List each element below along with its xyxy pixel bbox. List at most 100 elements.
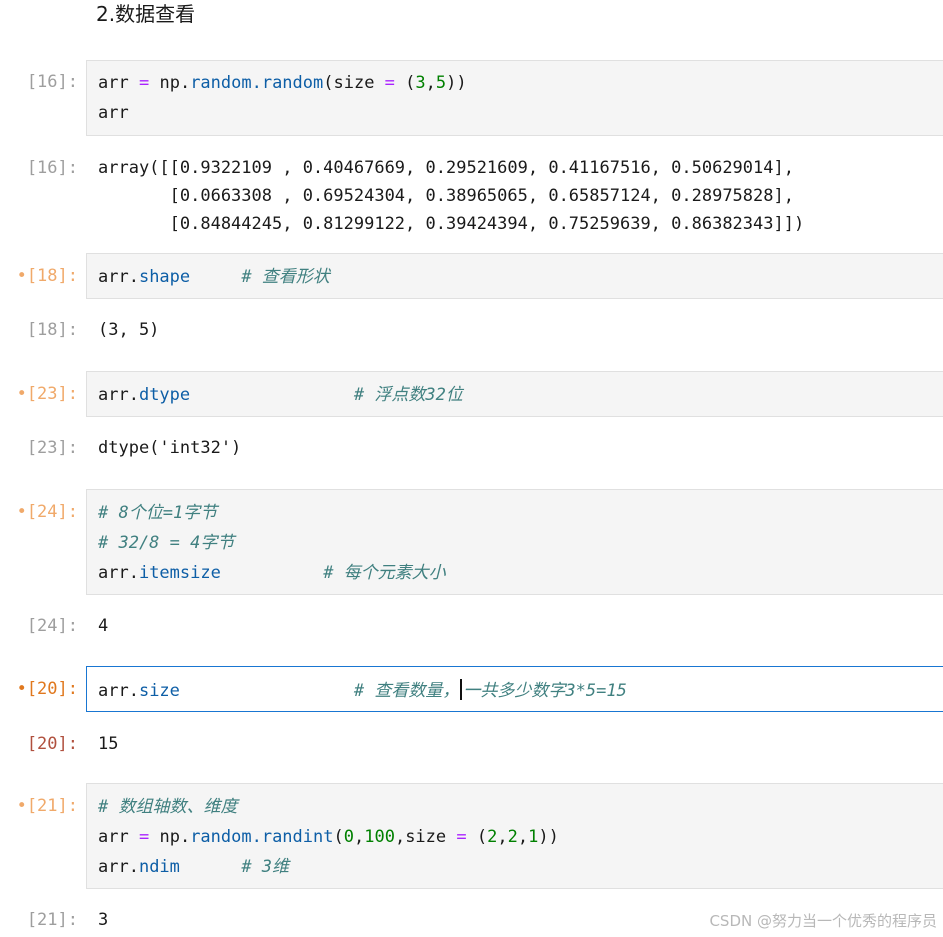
code-token: = xyxy=(384,73,395,93)
code-line: arr.ndim # 3维 xyxy=(98,857,289,877)
code-editor[interactable]: arr = np.random.random(size = (3,5)) arr xyxy=(86,60,943,136)
code-token: arr. xyxy=(98,267,139,287)
output-prompt: [18]: xyxy=(26,320,78,340)
code-token: shape xyxy=(138,267,191,287)
modified-dot: • xyxy=(16,384,27,404)
output-line: [0.84844245, 0.81299122, 0.39424394, 0.7… xyxy=(98,214,805,234)
code-token: arr xyxy=(98,73,129,93)
code-comment: # 数组轴数、维度 xyxy=(98,797,238,817)
output-cell-23: [23]: dtype('int32') xyxy=(0,438,943,462)
output-line: dtype('int32') xyxy=(98,438,242,458)
code-token: , xyxy=(353,827,365,847)
code-comment: # 3维 xyxy=(241,857,290,877)
code-token: 100 xyxy=(364,827,395,847)
code-token: ,size xyxy=(394,827,457,847)
code-cell-20[interactable]: •[20]: arr.size # 查看数量， 一共多少数字3*5=15 xyxy=(0,666,943,712)
code-line: arr.shape # 查看形状 xyxy=(98,267,330,287)
output-line: array([[0.9322109 , 0.40467669, 0.295216… xyxy=(98,158,794,178)
code-token: 1 xyxy=(528,827,539,847)
section-heading: 2.数据查看 xyxy=(96,2,196,26)
output-prompt: [20]: xyxy=(26,734,78,754)
modified-dot: • xyxy=(16,796,27,816)
code-token: itemsize xyxy=(138,563,221,583)
code-token: , xyxy=(497,827,508,847)
code-token: 0 xyxy=(343,827,354,847)
code-token: 2 xyxy=(507,827,518,847)
prompt-number: [23]: xyxy=(26,384,78,404)
output-line: 3 xyxy=(98,910,109,930)
output-cell-18: [18]: (3, 5) xyxy=(0,320,943,344)
output-cell-16: [16]: array([[0.9322109 , 0.40467669, 0.… xyxy=(0,156,943,240)
input-prompt: •[23]: xyxy=(0,384,78,404)
code-token: , xyxy=(425,73,436,93)
code-token: )) xyxy=(446,73,467,93)
code-line: arr.size # 查看数量， 一共多少数字3*5=15 xyxy=(98,679,627,701)
code-token: (size xyxy=(323,73,385,93)
code-token: 2 xyxy=(487,827,498,847)
output-line: 4 xyxy=(98,616,109,636)
output-cell-20: [20]: 15 xyxy=(0,734,943,758)
code-cell-21[interactable]: •[21]: # 数组轴数、维度 arr = np.random.randint… xyxy=(0,783,943,889)
code-token: = xyxy=(456,827,467,847)
code-editor[interactable]: arr.shape # 查看形状 xyxy=(86,253,943,299)
output-prompt: [21]: xyxy=(26,910,78,930)
code-cell-16[interactable]: [16]: arr = np.random.random(size = (3,5… xyxy=(0,60,943,136)
code-token: arr xyxy=(98,827,129,847)
input-prompt: •[21]: xyxy=(0,796,78,816)
code-comment: 一共多少数字3*5=15 xyxy=(463,681,627,701)
code-token: random.randint xyxy=(190,827,334,847)
modified-dot: • xyxy=(16,679,27,699)
code-token: arr. xyxy=(98,385,139,405)
code-editor[interactable]: arr.dtype # 浮点数32位 xyxy=(86,371,943,417)
code-line: arr.itemsize # 每个元素大小 xyxy=(98,563,446,583)
modified-dot: • xyxy=(16,266,27,286)
code-token: arr. xyxy=(98,681,139,701)
code-token: ndim xyxy=(138,857,180,877)
code-comment: # 查看形状 xyxy=(241,267,330,287)
code-token: 3 xyxy=(415,73,426,93)
code-token: = xyxy=(138,73,150,93)
code-editor[interactable]: # 8个位=1字节 # 32/8 = 4字节 arr.itemsize # 每个… xyxy=(86,489,943,595)
input-prompt: •[24]: xyxy=(0,502,78,522)
code-token: ( xyxy=(466,827,488,847)
prompt-number: [18]: xyxy=(26,266,78,286)
code-token: size xyxy=(138,681,180,701)
code-line: arr = np.random.random(size = (3,5)) xyxy=(98,73,467,93)
code-comment: # 查看数量， xyxy=(353,681,460,701)
code-comment: # 浮点数32位 xyxy=(353,385,463,405)
prompt-number: [24]: xyxy=(26,502,78,522)
code-token: )) xyxy=(538,827,559,847)
output-line: (3, 5) xyxy=(98,320,160,340)
code-comment: # 32/8 = 4字节 xyxy=(98,533,235,553)
output-prompt: [16]: xyxy=(26,158,78,178)
code-token: random.random xyxy=(190,73,324,93)
code-token: , xyxy=(517,827,529,847)
code-cell-23[interactable]: •[23]: arr.dtype # 浮点数32位 xyxy=(0,371,943,417)
code-token: arr. xyxy=(98,563,139,583)
output-line: 15 xyxy=(98,734,119,754)
output-line: [0.0663308 , 0.69524304, 0.38965065, 0.6… xyxy=(98,186,794,206)
code-token: ( xyxy=(333,827,344,847)
code-line: arr = np.random.randint(0,100,size = (2,… xyxy=(98,827,559,847)
code-token: 5 xyxy=(435,73,447,93)
code-token: np. xyxy=(159,73,191,93)
prompt-number: [20]: xyxy=(26,679,78,699)
code-token: dtype xyxy=(138,385,191,405)
code-line: arr xyxy=(98,103,129,123)
output-cell-24: [24]: 4 xyxy=(0,616,943,640)
input-prompt: [16]: xyxy=(26,72,78,92)
output-prompt: [24]: xyxy=(26,616,78,636)
prompt-number: [21]: xyxy=(26,796,78,816)
code-comment: # 8个位=1字节 xyxy=(98,503,218,523)
code-editor[interactable]: arr.size # 查看数量， 一共多少数字3*5=15 xyxy=(86,666,943,712)
watermark: CSDN @努力当一个优秀的程序员 xyxy=(709,912,937,930)
modified-dot: • xyxy=(16,502,27,522)
code-editor[interactable]: # 数组轴数、维度 arr = np.random.randint(0,100,… xyxy=(86,783,943,889)
code-token: arr. xyxy=(98,857,139,877)
code-cell-18[interactable]: •[18]: arr.shape # 查看形状 xyxy=(0,253,943,299)
code-cell-24[interactable]: •[24]: # 8个位=1字节 # 32/8 = 4字节 arr.itemsi… xyxy=(0,489,943,595)
code-token: = xyxy=(138,827,150,847)
code-line: arr.dtype # 浮点数32位 xyxy=(98,385,463,405)
code-token: np. xyxy=(159,827,191,847)
input-prompt: •[18]: xyxy=(0,266,78,286)
